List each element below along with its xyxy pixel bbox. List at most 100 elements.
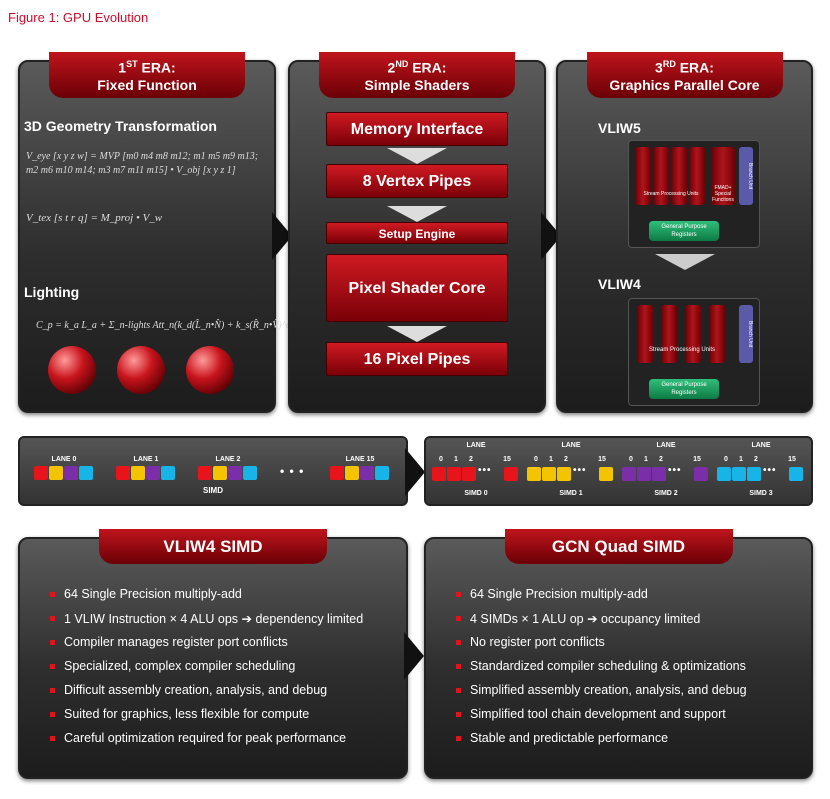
memory-interface-block: Memory Interface [326,112,508,146]
lane-index: 15 [598,456,606,463]
lane-alu [79,466,93,480]
gcn-simd-panel: GCN Quad SIMD 64 Single Precision multip… [424,529,813,779]
era3-panel: 3RD ERA: Graphics Parallel Core VLIW5 Str… [556,52,813,413]
lane-alu [637,467,651,481]
era-name: Graphics Parallel Core [609,76,760,93]
lane-alu [527,467,541,481]
ellipsis: ••• [668,465,682,476]
vertex-pipes-block: 8 Vertex Pipes [326,164,508,198]
era2-header: 2ND ERA: Simple Shaders [319,52,515,98]
ellipsis: ••• [478,465,492,476]
lane-label: LANE 15 [345,456,375,463]
era1-header: 1ST ERA: Fixed Function [49,52,245,98]
era-suffix: RD [662,59,676,69]
lane-index: 0 [629,456,633,463]
bullet-item: Suited for graphics, less flexible for c… [50,707,363,731]
lane-label: LANE 1 [133,456,159,463]
era-name: Fixed Function [97,76,197,93]
lane-alu [462,467,476,481]
bullet-item: 64 Single Precision multiply-add [456,587,747,611]
bullet-item: Difficult assembly creation, analysis, a… [50,683,363,707]
gpr-block: General Purpose Registers [649,379,719,399]
arrow-down-icon [654,254,715,270]
lane-label: LANE [751,442,771,449]
lane-index: 0 [439,456,443,463]
fmad-label: FMAD+ Special Functions [712,185,734,203]
stream-units-label: Stream Processing Units [648,347,716,353]
bullet-item: Compiler manages register port conflicts [50,635,363,659]
lane-alu [542,467,556,481]
simd-lanes-gcn: LANE 0 1 2 15 ••• SIMD 0 LANE 0 1 2 15 ••• SIMD 1 LANE… [424,436,813,506]
lane-alu [747,467,761,481]
lane-index: 0 [724,456,728,463]
arrow-right-icon [405,448,425,496]
bullet-item: No register port conflicts [456,635,747,659]
simd-label: SIMD 1 [559,490,583,497]
era2-panel: 2ND ERA: Simple Shaders Memory Interface … [288,52,546,413]
bullet-item: 1 VLIW Instruction × 4 ALU ops ➔ depende… [50,611,363,635]
lane-alu [694,467,708,481]
simd-label: SIMD 3 [749,490,773,497]
bullet-item: Stable and predictable performance [456,731,747,755]
lane-index: 0 [534,456,538,463]
lane-alu [198,466,212,480]
lane-alu [243,466,257,480]
ellipsis: ••• [573,465,587,476]
vliw4-simd-panel: VLIW4 SIMD 64 Single Precision multiply-… [18,529,408,779]
arrow-down-icon [387,206,447,222]
pixel-pipes-block: 16 Pixel Pipes [326,342,508,376]
lane-alu [161,466,175,480]
ellipsis: • • • [280,464,305,478]
vliw4-simd-title: VLIW4 SIMD [99,529,327,564]
lane-alu [622,467,636,481]
lane-alu [360,466,374,480]
lane-label: LANE 2 [215,456,241,463]
era-number: 1 [118,59,127,76]
smooth-sphere [117,346,165,394]
ellipsis: ••• [763,465,777,476]
bullet-item: 4 SIMDs × 1 ALU op ➔ occupancy limited [456,611,747,635]
lane-alu [330,466,344,480]
lane-index: 1 [739,456,743,463]
lane-index: 2 [469,456,473,463]
lane-label: LANE [561,442,581,449]
lane-alu [789,467,803,481]
lane-index: 15 [503,456,511,463]
lane-index: 2 [754,456,758,463]
lane-alu [131,466,145,480]
lane-index: 15 [693,456,701,463]
bullet-item: Simplified assembly creation, analysis, … [456,683,747,707]
bullet-item: Standardized compiler scheduling & optim… [456,659,747,683]
bullet-item: 64 Single Precision multiply-add [50,587,363,611]
gcn-bullets: 64 Single Precision multiply-add 4 SIMDs … [456,587,747,755]
geometry-heading: 3D Geometry Transformation [24,118,217,134]
lane-label: LANE [656,442,676,449]
arrow-right-icon [404,632,424,680]
vliw5-diagram: Stream Processing Units FMAD+ Special Fu… [628,140,760,248]
lane-label: LANE [466,442,486,449]
era3-header: 3RD ERA: Graphics Parallel Core [586,52,783,98]
arrow-down-icon [387,326,447,342]
lane-index: 2 [564,456,568,463]
lane-alu [49,466,63,480]
mvp-equation: V_eye [x y z w] = MVP [m0 m4 m8 m12; m1 … [26,151,259,176]
figure-title: Figure 1: GPU Evolution [8,10,149,25]
era-label: ERA: [412,59,447,76]
lane-alu [228,466,242,480]
lane-alu [599,467,613,481]
bullet-item: Specialized, complex compiler scheduling [50,659,363,683]
lighting-heading: Lighting [24,284,80,300]
simd-label: SIMD [203,486,223,495]
era1-panel: 1ST ERA: Fixed Function 3D Geometry Trans… [18,52,295,413]
era-label: ERA: [141,59,176,76]
bullet-item: Careful optimization required for peak p… [50,731,363,755]
lane-index: 2 [659,456,663,463]
lane-alu [146,466,160,480]
lane-alu [557,467,571,481]
lane-alu [447,467,461,481]
lane-label: LANE 0 [51,456,77,463]
lane-alu [64,466,78,480]
era-label: ERA: [679,59,714,76]
vliw4-diagram: Stream Processing Units Branch Unit Gene… [628,298,760,406]
lane-alu [732,467,746,481]
